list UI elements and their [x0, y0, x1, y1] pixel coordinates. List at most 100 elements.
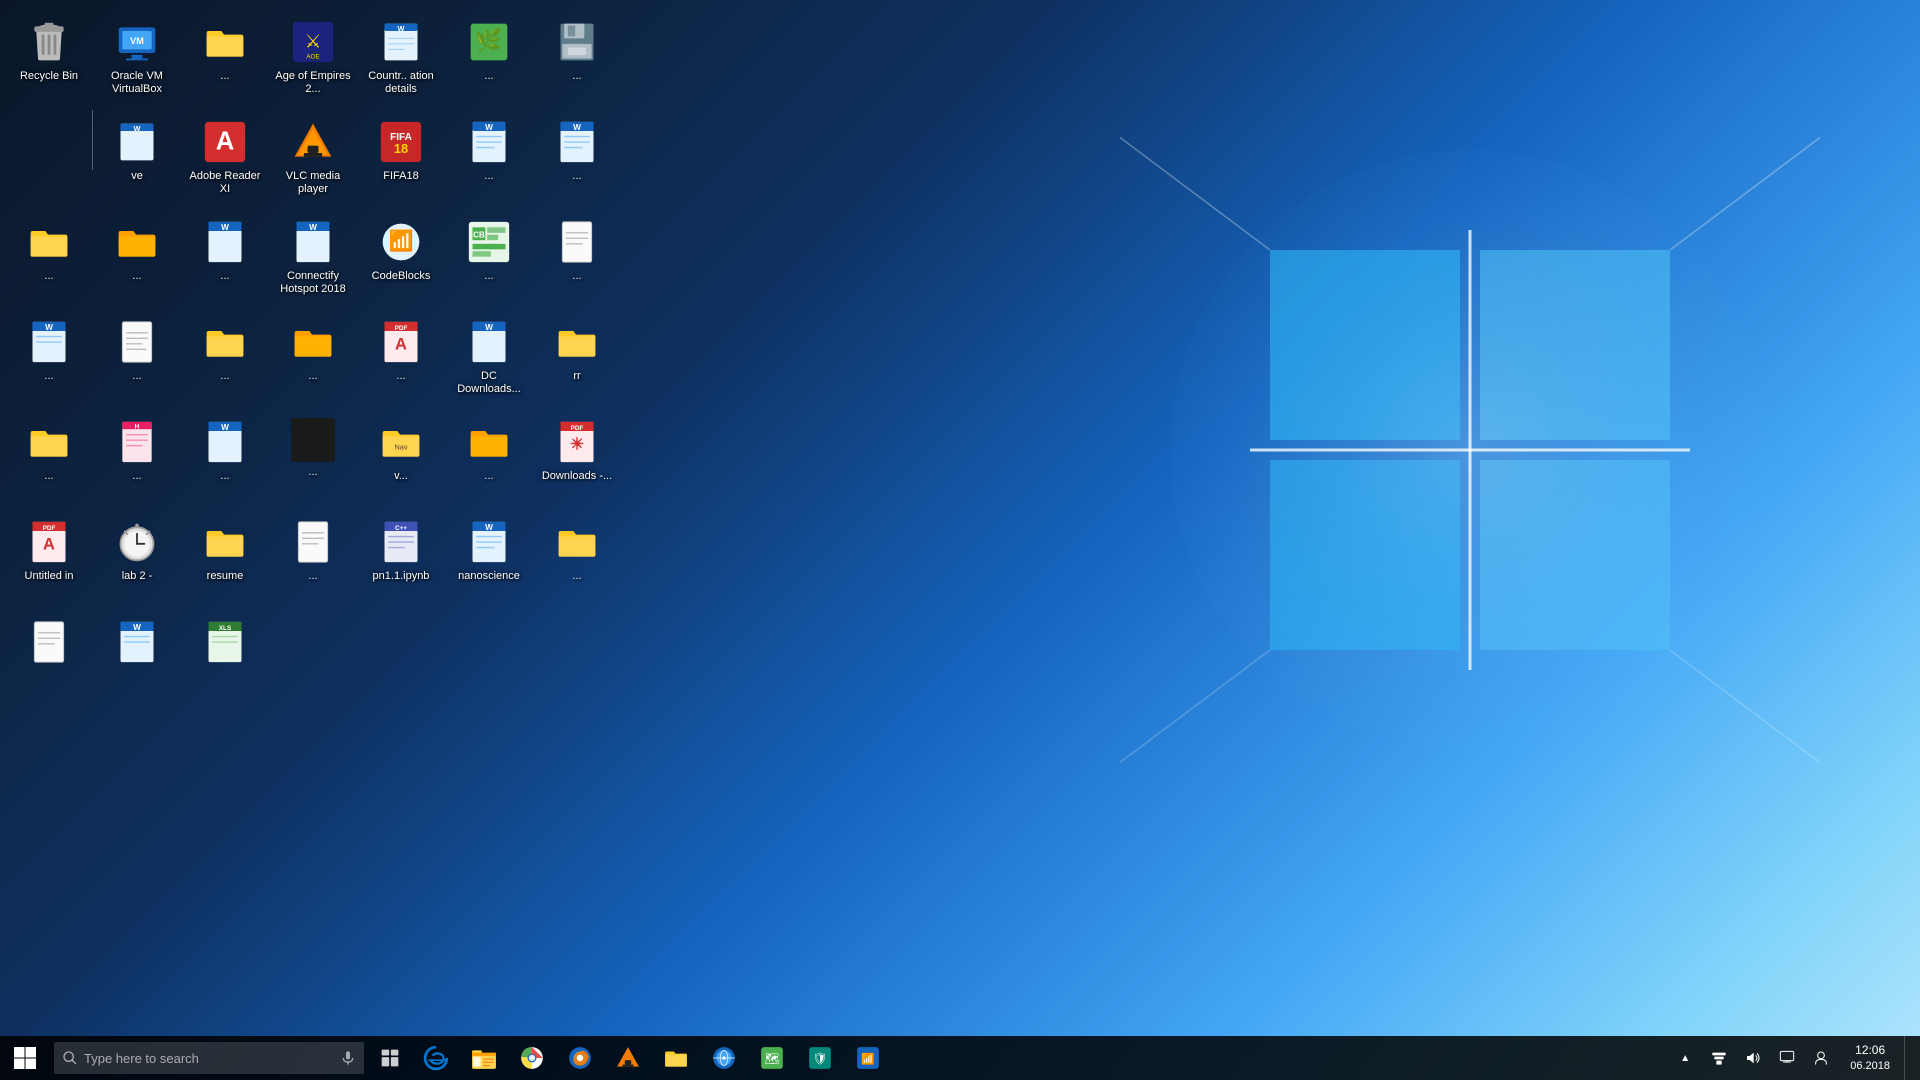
- icon-folder-row5[interactable]: ...: [533, 510, 621, 600]
- icon-downloads2[interactable]: resume: [181, 510, 269, 600]
- icon-codeblocks[interactable]: CB ...: [445, 210, 533, 300]
- taskbar-folder[interactable]: [652, 1036, 700, 1080]
- icon-item-redacted[interactable]: ...: [269, 410, 357, 500]
- floppy-label: ...: [572, 70, 581, 83]
- icon-folder3[interactable]: ...: [269, 310, 357, 400]
- folder-taskbar-icon: [663, 1045, 689, 1071]
- icon-pdf-row3[interactable]: PDF A ...: [357, 310, 445, 400]
- taskbar-edge[interactable]: [412, 1036, 460, 1080]
- rr-icon: H: [113, 418, 161, 466]
- icon-item6[interactable]: 🌿 ...: [445, 10, 533, 100]
- icon-navview[interactable]: Nav v...: [357, 410, 445, 500]
- tray-volume-icon[interactable]: [1738, 1036, 1768, 1080]
- folder-row4-label: ...: [484, 470, 493, 483]
- icon-country-details[interactable]: W Countr.. ation details: [357, 10, 445, 100]
- icon-word-row4[interactable]: W ...: [181, 410, 269, 500]
- lab2-label: pn1.1.ipynb: [373, 570, 430, 583]
- taskbar-explorer[interactable]: [460, 1036, 508, 1080]
- icon-word-row2[interactable]: W ...: [181, 210, 269, 300]
- windows-logo-decoration: [1120, 50, 1820, 850]
- icon-resume[interactable]: W nanoscience: [445, 510, 533, 600]
- task-view-button[interactable]: [368, 1036, 412, 1080]
- icon-ipynb[interactable]: rr: [533, 310, 621, 400]
- svg-text:H: H: [135, 423, 140, 430]
- new1-label: ...: [572, 170, 581, 183]
- tray-user-icon[interactable]: [1806, 1036, 1836, 1080]
- word-row4-label: ...: [220, 470, 229, 483]
- icon-oracle-vm[interactable]: VM Oracle VM VirtualBox: [93, 10, 181, 100]
- oracle-vm-icon: VM: [113, 18, 161, 66]
- icon-word-row3[interactable]: W ...: [5, 310, 93, 400]
- kaspersky-icon: 🛡: [807, 1045, 833, 1071]
- icon-free-alarm[interactable]: lab 2 -: [93, 510, 181, 600]
- new-text-document-icon: [113, 318, 161, 366]
- ve-row4-label: Untitled in: [25, 570, 74, 583]
- show-desktop-button[interactable]: [1904, 1036, 1912, 1080]
- svg-text:W: W: [45, 323, 53, 332]
- tray-expand-button[interactable]: ▲: [1670, 1036, 1700, 1080]
- ve2-label: Connectify Hotspot 2018: [273, 270, 353, 296]
- icon-ve-row3[interactable]: W DC Downloads...: [445, 310, 533, 400]
- icon-fifa18[interactable]: FIFA 18 FIFA18: [357, 110, 445, 200]
- icon-vlc[interactable]: VLC media player: [269, 110, 357, 200]
- connectify-icon: 📶: [377, 218, 425, 266]
- icon-nanoscience[interactable]: W: [93, 610, 181, 700]
- icon-folder-row4[interactable]: ...: [445, 410, 533, 500]
- taskbar-app1[interactable]: 🗺: [748, 1036, 796, 1080]
- icon-pn1[interactable]: [5, 610, 93, 700]
- icon-rr[interactable]: H ...: [93, 410, 181, 500]
- icon-folder1[interactable]: ...: [181, 10, 269, 100]
- ver1-icon: XLS: [201, 618, 249, 666]
- ve-row3-icon: W: [465, 318, 513, 366]
- taskbar-firefox[interactable]: [556, 1036, 604, 1080]
- icon-untitled[interactable]: ...: [269, 510, 357, 600]
- svg-text:A: A: [43, 535, 55, 553]
- icon-folder2[interactable]: ...: [5, 210, 93, 300]
- action-center-icon: [1779, 1050, 1795, 1066]
- taskbar-wifi-app[interactable]: 📶: [844, 1036, 892, 1080]
- recycle-bin-label: Recycle Bin: [20, 70, 78, 83]
- icon-recycle-bin[interactable]: Recycle Bin: [5, 10, 93, 100]
- svg-text:W: W: [398, 24, 405, 33]
- codeblocks-icon: CB: [465, 218, 513, 266]
- htproject-icon: [113, 218, 161, 266]
- icon-lab2[interactable]: C++ pn1.1.ipynb: [357, 510, 445, 600]
- search-input[interactable]: [84, 1051, 336, 1066]
- icon-sep1: [5, 110, 93, 200]
- ve2-icon: W: [289, 218, 337, 266]
- folder2-icon: [25, 218, 73, 266]
- tray-network-icon[interactable]: [1704, 1036, 1734, 1080]
- folder-row5-label: ...: [572, 570, 581, 583]
- dc-downloads-label: ...: [44, 470, 53, 483]
- icon-adobe-reader[interactable]: A Adobe Reader XI: [181, 110, 269, 200]
- icon-new-folder[interactable]: ...: [181, 310, 269, 400]
- icon-ve2[interactable]: W Connectify Hotspot 2018: [269, 210, 357, 300]
- icon-connectify[interactable]: 📶 CodeBlocks: [357, 210, 445, 300]
- taskbar-kaspersky[interactable]: 🛡: [796, 1036, 844, 1080]
- icon-age-of-empires[interactable]: ⚔ AOE Age of Empires 2...: [269, 10, 357, 100]
- taskbar-vlc[interactable]: [604, 1036, 652, 1080]
- taskbar-chrome[interactable]: [508, 1036, 556, 1080]
- icon-htproject[interactable]: ...: [93, 210, 181, 300]
- icon-ve1[interactable]: W ve: [93, 110, 181, 200]
- icon-ve-row4[interactable]: PDF A Untitled in: [5, 510, 93, 600]
- start-button[interactable]: [0, 1036, 50, 1080]
- microphone-icon: [340, 1050, 356, 1066]
- icon-ver1[interactable]: XLS: [181, 610, 269, 700]
- icon-new-text-document[interactable]: ...: [93, 310, 181, 400]
- folder1-label: ...: [220, 70, 229, 83]
- fifa18-icon: FIFA 18: [377, 118, 425, 166]
- icon-word1[interactable]: W ...: [445, 110, 533, 200]
- icon-floppy[interactable]: ...: [533, 10, 621, 100]
- icon-dc-downloads[interactable]: ...: [5, 410, 93, 500]
- clock-area[interactable]: 12:06 06.2018: [1840, 1036, 1900, 1080]
- icon-txt1[interactable]: ...: [533, 210, 621, 300]
- taskbar-browser2[interactable]: [700, 1036, 748, 1080]
- search-bar[interactable]: [54, 1042, 364, 1074]
- icon-solar-power[interactable]: PDF ☀ Downloads -...: [533, 410, 621, 500]
- desktop-icons-area: Recycle Bin VM Oracle VM VirtualBox ...: [0, 0, 650, 980]
- tray-action-center[interactable]: [1772, 1036, 1802, 1080]
- svg-text:🛡: 🛡: [812, 1051, 827, 1065]
- icon-new1[interactable]: W ...: [533, 110, 621, 200]
- svg-text:W: W: [133, 623, 141, 632]
